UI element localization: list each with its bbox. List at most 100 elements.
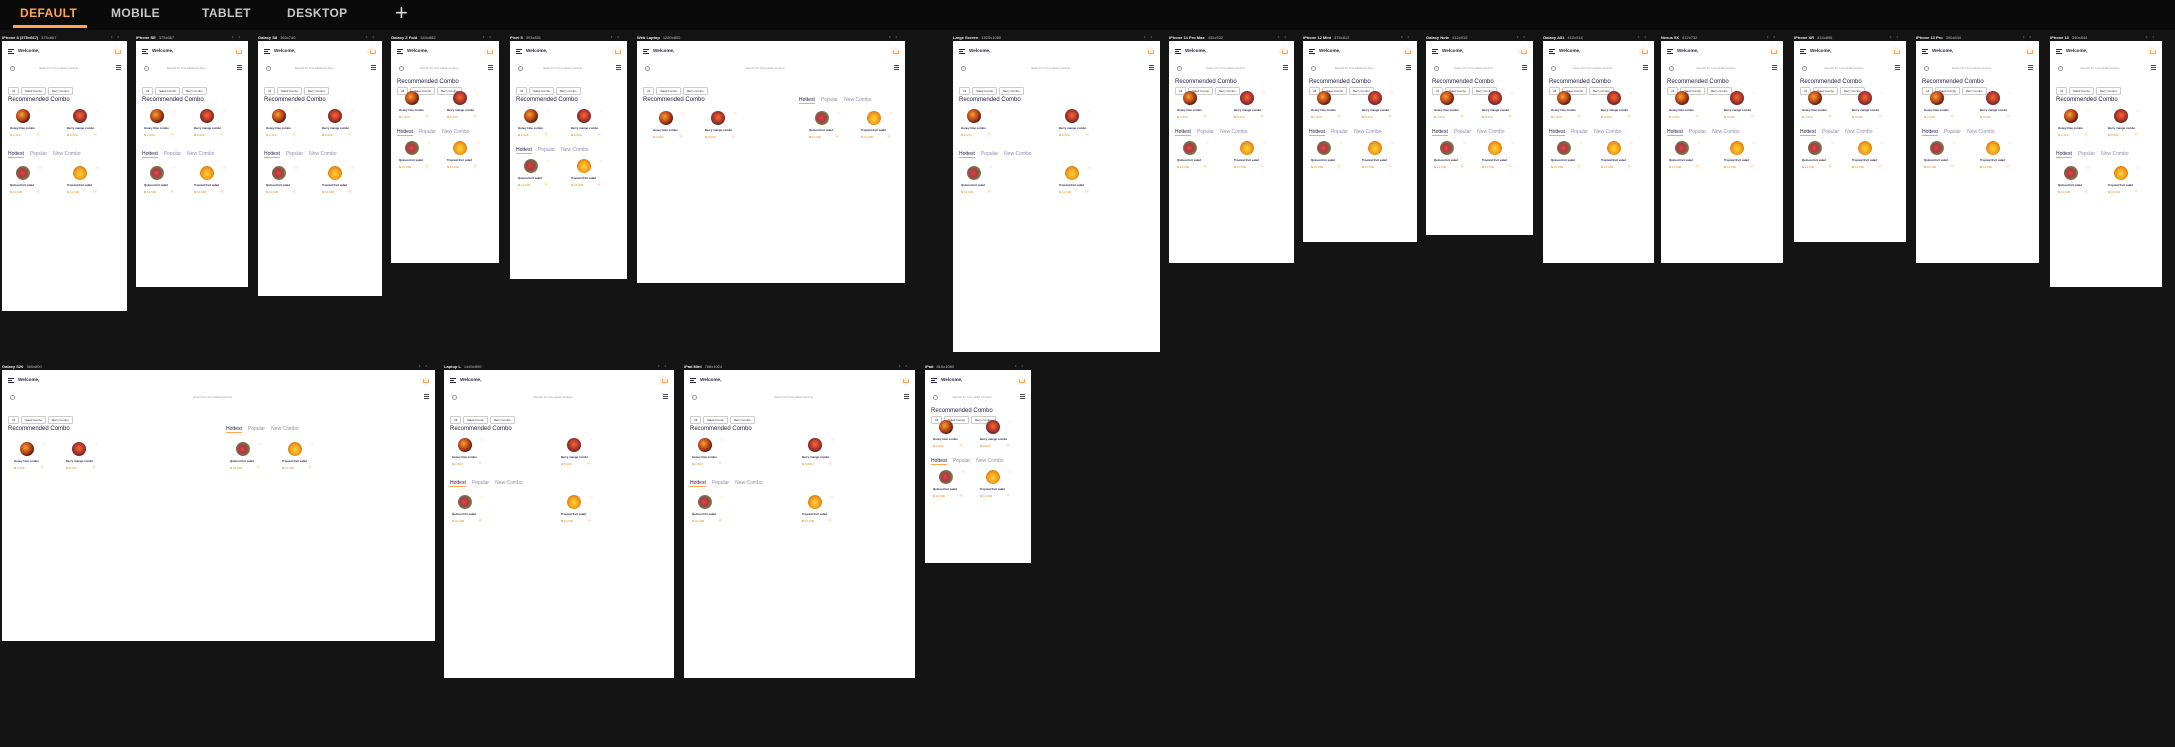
tab-hottest[interactable]: Hottest bbox=[226, 426, 242, 433]
menu-icon[interactable] bbox=[8, 378, 14, 384]
chip-1[interactable]: Salad Combo bbox=[972, 87, 998, 95]
menu-icon[interactable] bbox=[450, 378, 456, 384]
add-to-basket-button[interactable]: + bbox=[348, 132, 352, 136]
add-to-basket-button[interactable]: + bbox=[959, 493, 963, 497]
tab-popular[interactable]: Popular bbox=[419, 129, 436, 135]
heart-icon[interactable]: ♡ bbox=[2086, 109, 2090, 114]
device-controls[interactable]: • • bbox=[1638, 34, 1648, 39]
chip-0[interactable]: All bbox=[2056, 87, 2068, 95]
tab-popular[interactable]: Popular bbox=[1454, 129, 1471, 135]
tab-new-combo[interactable]: New Combo bbox=[976, 458, 1004, 464]
heart-icon[interactable]: ♡ bbox=[1462, 141, 1466, 146]
add-to-basket-button[interactable]: + bbox=[1460, 114, 1464, 118]
tab-new-combo[interactable]: New Combo bbox=[2101, 151, 2129, 157]
tab-popular[interactable]: Popular bbox=[981, 151, 998, 157]
add-to-basket-button[interactable]: + bbox=[36, 189, 40, 193]
product-card[interactable]: ♡ Tropical fruit salad ₦ 10,000 + bbox=[447, 141, 487, 177]
tab-hottest[interactable]: Hottest bbox=[1922, 129, 1938, 136]
tab-new-combo[interactable]: New Combo bbox=[1477, 129, 1505, 135]
chip-0[interactable]: All bbox=[8, 87, 20, 95]
add-to-basket-button[interactable]: + bbox=[40, 465, 44, 469]
product-card[interactable]: ♡ Berry mango combo ₦ 8,000 + bbox=[1059, 109, 1099, 145]
product-card[interactable]: ♡ Honey lime combo ₦ 2,000 + bbox=[1434, 91, 1474, 127]
heart-icon[interactable]: ♡ bbox=[350, 166, 354, 171]
add-to-basket-button[interactable]: + bbox=[1577, 114, 1581, 118]
chip-1[interactable]: Salad Combo bbox=[155, 87, 181, 95]
menu-icon[interactable] bbox=[690, 378, 696, 384]
heart-icon[interactable]: ♡ bbox=[989, 166, 993, 171]
product-card[interactable]: ♡ Quinoa fruit salad ₦ 10,000 + bbox=[2058, 166, 2098, 202]
basket-icon[interactable] bbox=[233, 47, 242, 56]
product-card[interactable]: ♡ Tropical fruit salad ₦ 10,000 + bbox=[1482, 141, 1522, 177]
product-card[interactable]: ♡ Honey lime combo ₦ 2,000 + bbox=[14, 442, 54, 478]
add-to-basket-button[interactable]: + bbox=[348, 189, 352, 193]
product-card[interactable]: ♡ Berry mango combo ₦ 8,000 + bbox=[1852, 91, 1892, 127]
heart-icon[interactable]: ♡ bbox=[2008, 141, 2012, 146]
heart-icon[interactable]: ♡ bbox=[1205, 141, 1209, 146]
tab-popular[interactable]: Popular bbox=[30, 151, 47, 157]
add-to-basket-button[interactable]: + bbox=[473, 164, 477, 168]
add-to-basket-button[interactable]: + bbox=[93, 132, 97, 136]
add-to-basket-button[interactable]: + bbox=[1750, 164, 1754, 168]
filter-icon[interactable] bbox=[371, 65, 376, 70]
product-card[interactable]: ♡ Quinoa fruit salad ₦ 10,000 + bbox=[1177, 141, 1217, 177]
product-card[interactable]: ♡ Honey lime combo ₦ 2,000 + bbox=[1177, 91, 1217, 127]
filter-icon[interactable] bbox=[663, 394, 668, 399]
chip-1[interactable]: Salad Combo bbox=[703, 416, 729, 424]
filter-icon[interactable] bbox=[237, 65, 242, 70]
heart-icon[interactable]: ♡ bbox=[1830, 91, 1834, 96]
tab-popular[interactable]: Popular bbox=[1571, 129, 1588, 135]
product-card[interactable]: ♡ Quinoa fruit salad ₦ 10,000 + bbox=[1434, 141, 1474, 177]
add-to-basket-button[interactable]: + bbox=[36, 132, 40, 136]
chip-1[interactable]: Salad Combo bbox=[529, 87, 555, 95]
product-card[interactable]: ♡ Quinoa fruit salad ₦ 10,000 + bbox=[692, 495, 732, 531]
search-bar[interactable]: Search for fruit salad combos bbox=[450, 394, 668, 402]
product-card[interactable]: ♡ Berry mango combo ₦ 8,000 + bbox=[2108, 109, 2148, 145]
heart-icon[interactable]: ♡ bbox=[1339, 141, 1343, 146]
search-bar[interactable]: Search for fruit salad combos bbox=[931, 394, 1025, 402]
product-card[interactable]: ♡ Quinoa fruit salad ₦ 10,000 + bbox=[230, 442, 270, 478]
search-input[interactable]: Search for fruit salad combos bbox=[516, 66, 609, 70]
menu-icon[interactable] bbox=[1922, 49, 1928, 55]
tab-new-combo[interactable]: New Combo bbox=[495, 480, 523, 486]
product-card[interactable]: ♡ Honey lime combo ₦ 2,000 + bbox=[144, 109, 184, 145]
filter-icon[interactable] bbox=[116, 65, 121, 70]
filter-icon[interactable] bbox=[488, 65, 493, 70]
product-card[interactable]: ♡ Quinoa fruit salad ₦ 10,000 + bbox=[961, 166, 1001, 202]
heart-icon[interactable]: ♡ bbox=[475, 141, 479, 146]
tab-new-combo[interactable]: New Combo bbox=[735, 480, 763, 486]
product-card[interactable]: ♡ Honey lime combo ₦ 2,000 + bbox=[1924, 91, 1964, 127]
tab-popular[interactable]: Popular bbox=[164, 151, 181, 157]
heart-icon[interactable]: ♡ bbox=[350, 109, 354, 114]
tab-hottest[interactable]: Hottest bbox=[2056, 151, 2072, 158]
device-controls[interactable]: • • bbox=[2023, 34, 2033, 39]
chip-2[interactable]: Berry Combo bbox=[999, 87, 1024, 95]
tab-new-combo[interactable]: New Combo bbox=[1004, 151, 1032, 157]
product-card[interactable]: ♡ Tropical fruit salad ₦ 10,000 + bbox=[861, 111, 901, 147]
add-to-basket-button[interactable]: + bbox=[597, 182, 601, 186]
menu-icon[interactable] bbox=[2056, 49, 2062, 55]
add-to-basket-button[interactable]: + bbox=[1337, 114, 1341, 118]
heart-icon[interactable]: ♡ bbox=[427, 141, 431, 146]
tab-popular[interactable]: Popular bbox=[953, 458, 970, 464]
product-card[interactable]: ♡ Quinoa fruit salad ₦ 10,000 + bbox=[399, 141, 439, 177]
heart-icon[interactable]: ♡ bbox=[222, 109, 226, 114]
tab-popular[interactable]: Popular bbox=[538, 147, 555, 153]
product-card[interactable]: ♡ Berry mango combo ₦ 8,000 + bbox=[705, 111, 745, 147]
chip-1[interactable]: Salad Combo bbox=[2069, 87, 2095, 95]
chip-0[interactable]: All bbox=[450, 416, 462, 424]
add-to-basket-button[interactable]: + bbox=[597, 132, 601, 136]
product-card[interactable]: ♡ Honey lime combo ₦ 2,000 + bbox=[692, 438, 732, 474]
search-input[interactable]: Search for fruit salad combos bbox=[1175, 66, 1276, 70]
heart-icon[interactable]: ♡ bbox=[1339, 91, 1343, 96]
search-bar[interactable]: Search for fruit salad combos bbox=[1309, 65, 1411, 73]
search-input[interactable]: Search for fruit salad combos bbox=[931, 395, 1013, 399]
heart-icon[interactable]: ♡ bbox=[1697, 141, 1701, 146]
filter-icon[interactable] bbox=[616, 65, 621, 70]
search-bar[interactable]: Search for fruit salad combos bbox=[516, 65, 621, 73]
search-bar[interactable]: Search for fruit salad combos bbox=[1432, 65, 1527, 73]
heart-icon[interactable]: ♡ bbox=[1510, 141, 1514, 146]
add-to-basket-button[interactable]: + bbox=[1085, 132, 1089, 136]
basket-icon[interactable] bbox=[659, 376, 668, 385]
filter-icon[interactable] bbox=[894, 65, 899, 70]
